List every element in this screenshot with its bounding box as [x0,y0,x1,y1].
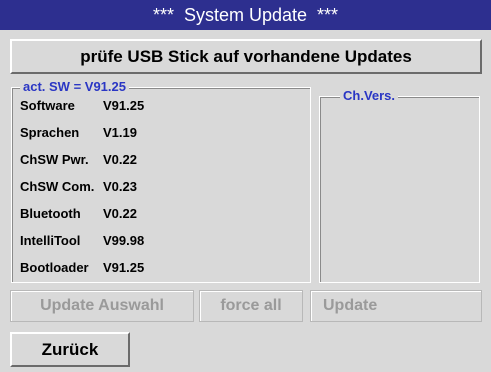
version-row-bootloader: Bootloader V91.25 [20,256,144,278]
window-title: *** System Update *** [152,4,339,25]
version-value: V91.25 [103,259,145,275]
version-row-chsw-pwr: ChSW Pwr. V0.22 [20,148,137,170]
version-label: IntelliTool [20,232,81,248]
version-label: Sprachen [20,124,80,140]
version-row-bluetooth: Bluetooth V0.22 [20,202,137,224]
back-button[interactable]: Zurück [10,332,130,367]
version-value: V1.19 [103,124,137,140]
version-label: Bluetooth [20,205,81,221]
check-usb-updates-button[interactable]: prüfe USB Stick auf vorhandene Updates [10,39,482,74]
version-label: ChSW Com. [20,178,95,194]
current-software-group: act. SW = V91.25 Software V91.25 Sprache… [11,79,311,283]
version-value: V0.23 [103,178,137,194]
version-value: V91.25 [103,97,145,113]
changelog-group: Ch.Vers. [319,88,480,283]
version-label: Software [20,97,75,113]
changelog-legend: Ch.Vers. [340,88,399,104]
version-value: V0.22 [103,205,137,221]
version-row-intellitool: IntelliTool V99.98 [20,229,144,251]
title-bar: *** System Update *** [0,0,491,30]
update-selection-button[interactable]: Update Auswahl [10,290,194,322]
version-label: Bootloader [20,259,89,275]
version-label: ChSW Pwr. [20,151,89,167]
version-row-software: Software V91.25 [20,94,144,116]
force-all-button[interactable]: force all [199,290,303,322]
version-row-chsw-com: ChSW Com. V0.23 [20,175,137,197]
version-value: V99.98 [103,232,145,248]
version-value: V0.22 [103,151,137,167]
version-row-sprachen: Sprachen V1.19 [20,121,137,143]
update-button[interactable]: Update [310,290,482,322]
current-software-legend: act. SW = V91.25 [20,79,129,95]
